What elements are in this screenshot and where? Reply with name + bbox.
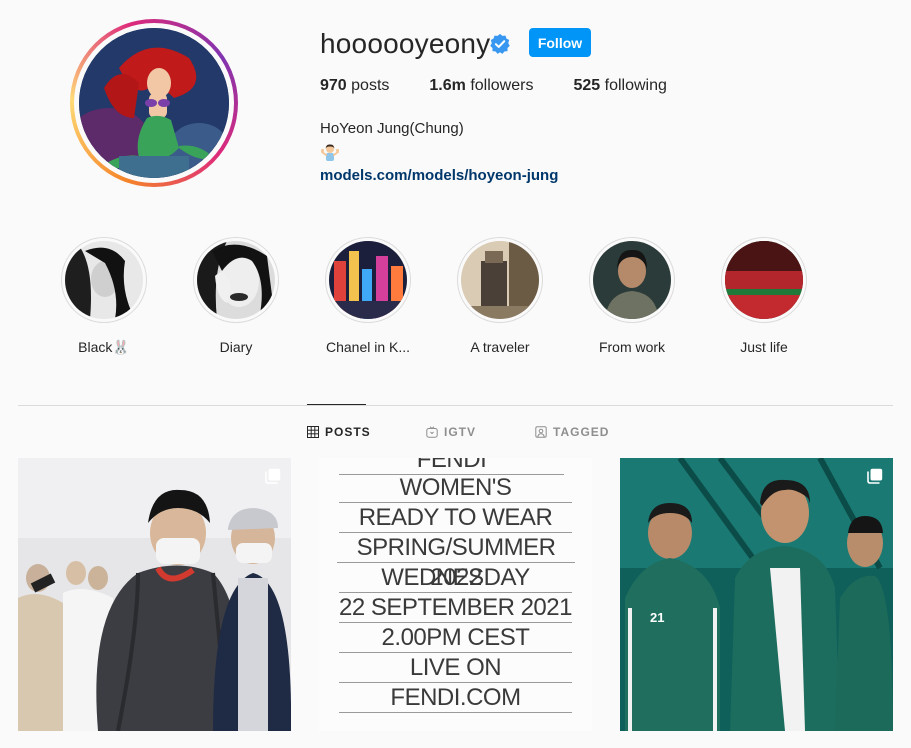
username: hoooooyeony (320, 28, 491, 59)
active-tab-indicator (307, 404, 366, 405)
posts-stat: 970 posts (320, 77, 389, 95)
fendi-announcement: FENDI WOMEN'S READY TO WEAR SPRING/SUMME… (319, 458, 592, 731)
fendi-line: 2.00PM CEST (339, 623, 572, 653)
fendi-line: 22 SEPTEMBER 2021 (339, 594, 572, 623)
avatar-image (79, 28, 229, 178)
woman-gesturing-emoji-icon (321, 144, 339, 161)
highlight-label: Just life (740, 339, 788, 355)
followers-stat[interactable]: 1.6m followers (429, 77, 533, 95)
highlight-ring (589, 237, 675, 323)
highlight-label: A traveler (470, 339, 530, 355)
story-highlights: Black🐰 Diary Chanel in K... A traveler F… (61, 237, 824, 367)
following-stat[interactable]: 525 following (573, 77, 666, 95)
grid-icon (307, 426, 319, 438)
tab-posts[interactable]: POSTS (307, 425, 371, 439)
post-tile[interactable]: 21 (620, 458, 893, 731)
followers-label: followers (470, 77, 534, 94)
posts-count: 970 (320, 77, 347, 94)
multiple-posts-icon (265, 468, 281, 484)
tab-igtv[interactable]: IGTV (426, 425, 476, 439)
highlight-label: Diary (219, 339, 253, 355)
highlight-item[interactable]: Just life (704, 237, 824, 355)
mermaid-illustration (79, 28, 229, 178)
full-name: HoYeon Jung(Chung) (320, 120, 464, 137)
tab-label: POSTS (325, 425, 371, 439)
highlight-chanel-image (329, 241, 407, 319)
profile-stats: 970 posts 1.6m followers 525 following (320, 77, 707, 95)
highlight-item[interactable]: Chanel in K... (308, 237, 428, 355)
fendi-line: WEDNESDAY (339, 563, 572, 593)
fendi-line: SPRING/SUMMER 2022 (337, 533, 575, 591)
highlight-ring (325, 237, 411, 323)
highlight-ring (721, 237, 807, 323)
following-count: 525 (573, 77, 601, 94)
multiple-posts-icon (867, 468, 883, 484)
verified-badge-icon (490, 33, 510, 54)
tab-label: TAGGED (553, 425, 610, 439)
highlight-item[interactable]: A traveler (440, 237, 560, 355)
post-tile[interactable]: FENDI WOMEN'S READY TO WEAR SPRING/SUMME… (319, 458, 592, 731)
highlight-ring (457, 237, 543, 323)
fendi-line: READY TO WEAR (339, 503, 572, 533)
highlight-just-life-image (725, 241, 803, 319)
player-number: 21 (650, 610, 665, 625)
avatar-border (74, 23, 234, 183)
profile-avatar[interactable] (70, 19, 238, 187)
highlight-ring (61, 237, 147, 323)
post-crew-photo (18, 458, 291, 731)
fendi-line: FENDI.COM (339, 683, 572, 713)
fendi-line: LIVE ON (339, 653, 572, 683)
follow-button[interactable]: Follow (529, 28, 591, 57)
fendi-line: WOMEN'S (339, 473, 572, 503)
highlight-item[interactable]: Black🐰 (44, 237, 164, 356)
bio-link[interactable]: models.com/models/hoyeon-jung (320, 167, 558, 184)
tabs-divider (18, 405, 893, 406)
post-squid-game-photo (620, 458, 893, 731)
tagged-icon (535, 426, 547, 438)
highlight-traveler-image (461, 241, 539, 319)
highlight-ring (193, 237, 279, 323)
post-tile[interactable] (18, 458, 291, 731)
highlight-diary-image (197, 241, 275, 319)
highlight-from-work-image (593, 241, 671, 319)
following-label: following (604, 77, 667, 94)
tab-tagged[interactable]: TAGGED (535, 425, 609, 439)
highlight-black-image (65, 241, 143, 319)
followers-count: 1.6m (429, 77, 466, 94)
posts-label: posts (351, 77, 390, 94)
highlight-item[interactable]: Diary (176, 237, 296, 355)
highlight-label: Black🐰 (78, 339, 130, 355)
igtv-icon (426, 426, 438, 438)
highlight-item[interactable]: From work (572, 237, 692, 355)
highlight-label: Chanel in K... (325, 339, 411, 355)
tab-label: IGTV (444, 425, 477, 439)
highlight-label: From work (598, 339, 666, 355)
